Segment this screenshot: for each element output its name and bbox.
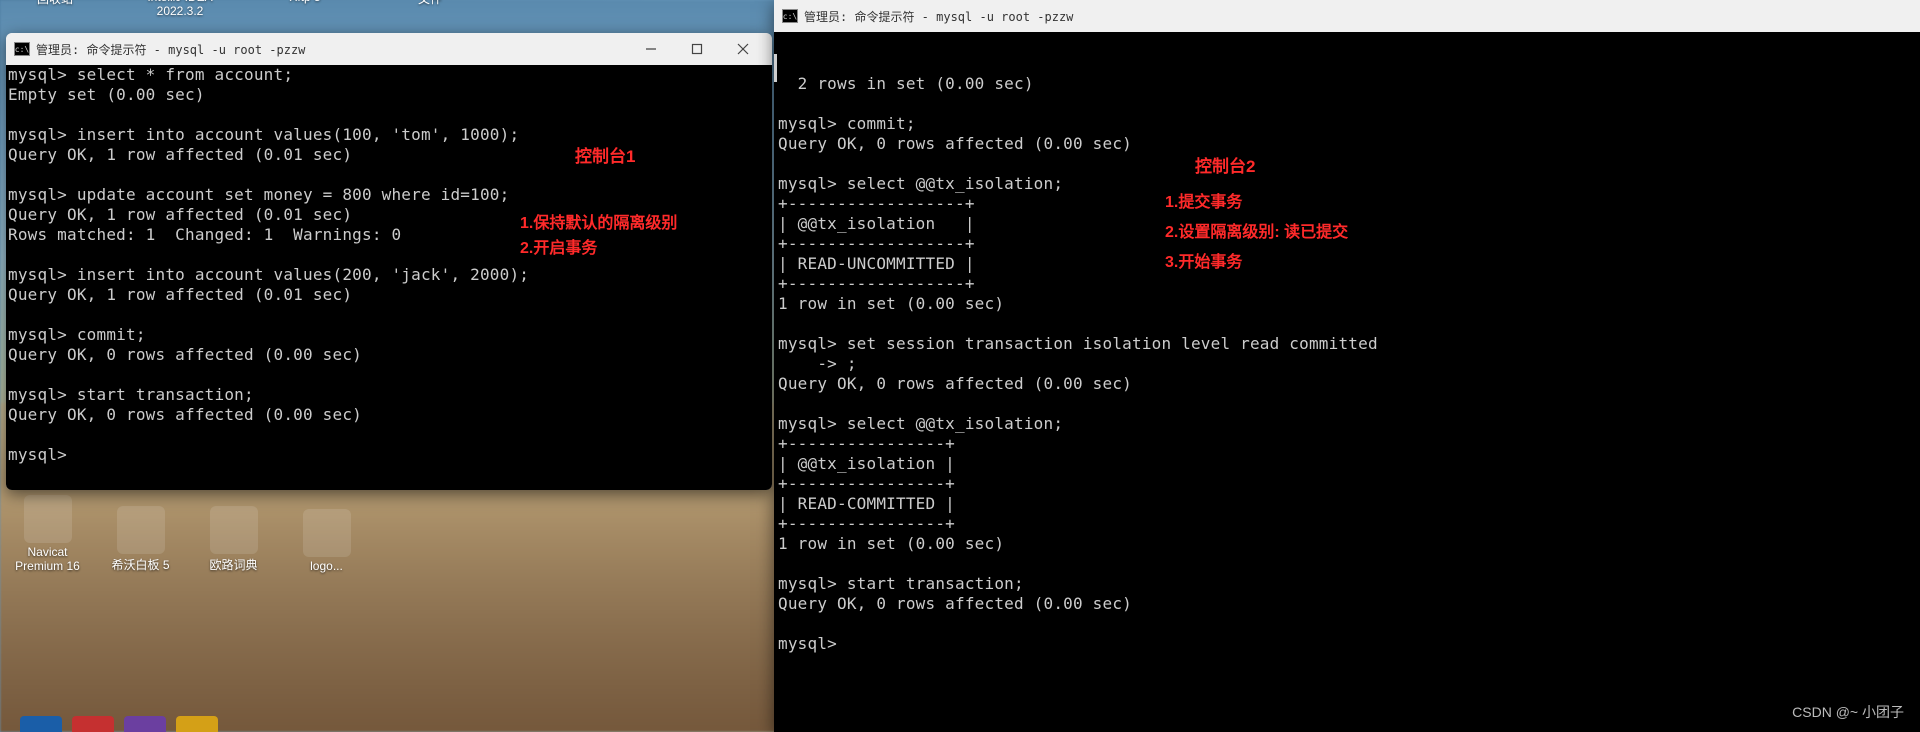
- taskbar-item[interactable]: [124, 716, 166, 732]
- maximize-button[interactable]: [674, 34, 720, 64]
- icon-label: 欧路词典: [196, 556, 271, 573]
- desktop-icon[interactable]: 欧路词典: [196, 506, 271, 573]
- annotation-console2-title: 控制台2: [1195, 152, 1255, 177]
- window-title: 管理员: 命令提示符 - mysql -u root -pzzw: [804, 8, 1073, 25]
- close-button[interactable]: [720, 34, 766, 64]
- annotation-console1-line1: 1.保持默认的隔离级别: [520, 209, 677, 233]
- icon-label: 回收站: [20, 0, 90, 7]
- window-title: 管理员: 命令提示符 - mysql -u root -pzzw: [36, 41, 305, 58]
- taskbar-item[interactable]: [72, 716, 114, 732]
- terminal-output[interactable]: 2 rows in set (0.00 sec) mysql> commit; …: [774, 32, 1920, 732]
- cmd-icon: c:\: [782, 9, 798, 23]
- desktop-icons-top: 回收站 IntelliJ IDEA 2022.3.2 Xftp 5 文件: [20, 0, 465, 18]
- icon-label: Navicat Premium 16: [10, 545, 85, 573]
- app-icon: [117, 506, 165, 554]
- desktop-icon[interactable]: Xftp 5: [270, 0, 340, 18]
- annotation-console2-line1: 1.提交事务: [1165, 188, 1242, 212]
- icon-label: 文件: [395, 0, 465, 7]
- icon-sub-label: 2022.3.2: [145, 4, 215, 18]
- taskbar-item[interactable]: [20, 716, 62, 732]
- app-icon: [303, 509, 351, 557]
- window-controls: [628, 34, 766, 64]
- terminal-window-1: c:\ 管理员: 命令提示符 - mysql -u root -pzzw mys…: [6, 33, 772, 490]
- desktop-icon[interactable]: 回收站: [20, 0, 90, 18]
- minimize-button[interactable]: [628, 34, 674, 64]
- app-icon: [210, 506, 258, 554]
- desktop-icon[interactable]: 文件: [395, 0, 465, 18]
- titlebar[interactable]: c:\ 管理员: 命令提示符 - mysql -u root -pzzw: [6, 33, 772, 65]
- annotation-console1-line2: 2.开启事务: [520, 234, 597, 258]
- terminal-output[interactable]: mysql> select * from account; Empty set …: [6, 65, 772, 490]
- taskbar: [0, 714, 772, 732]
- terminal-window-2: c:\ 管理员: 命令提示符 - mysql -u root -pzzw 2 r…: [774, 0, 1920, 732]
- annotation-console2-line3: 3.开始事务: [1165, 248, 1242, 272]
- icon-label: 希沃白板 5: [103, 556, 178, 573]
- annotation-console2-line2: 2.设置隔离级别: 读已提交: [1165, 218, 1348, 242]
- icon-label: Xftp 5: [270, 0, 340, 4]
- titlebar[interactable]: c:\ 管理员: 命令提示符 - mysql -u root -pzzw: [774, 0, 1920, 32]
- taskbar-item[interactable]: [176, 716, 218, 732]
- cmd-icon: c:\: [14, 42, 30, 56]
- icon-label: logo...: [289, 559, 364, 573]
- annotation-console1-title: 控制台1: [575, 142, 635, 167]
- app-icon: [24, 495, 72, 543]
- desktop-icon[interactable]: 希沃白板 5: [103, 506, 178, 573]
- desktop-icon[interactable]: logo...: [289, 509, 364, 573]
- watermark: CSDN @~ 小团子: [1792, 702, 1904, 722]
- desktop-icon[interactable]: Navicat Premium 16: [10, 495, 85, 573]
- desktop-icon[interactable]: IntelliJ IDEA 2022.3.2: [145, 0, 215, 18]
- desktop-icons-bottom: Navicat Premium 16 希沃白板 5 欧路词典 logo...: [10, 495, 364, 573]
- scroll-indicator: [774, 54, 777, 82]
